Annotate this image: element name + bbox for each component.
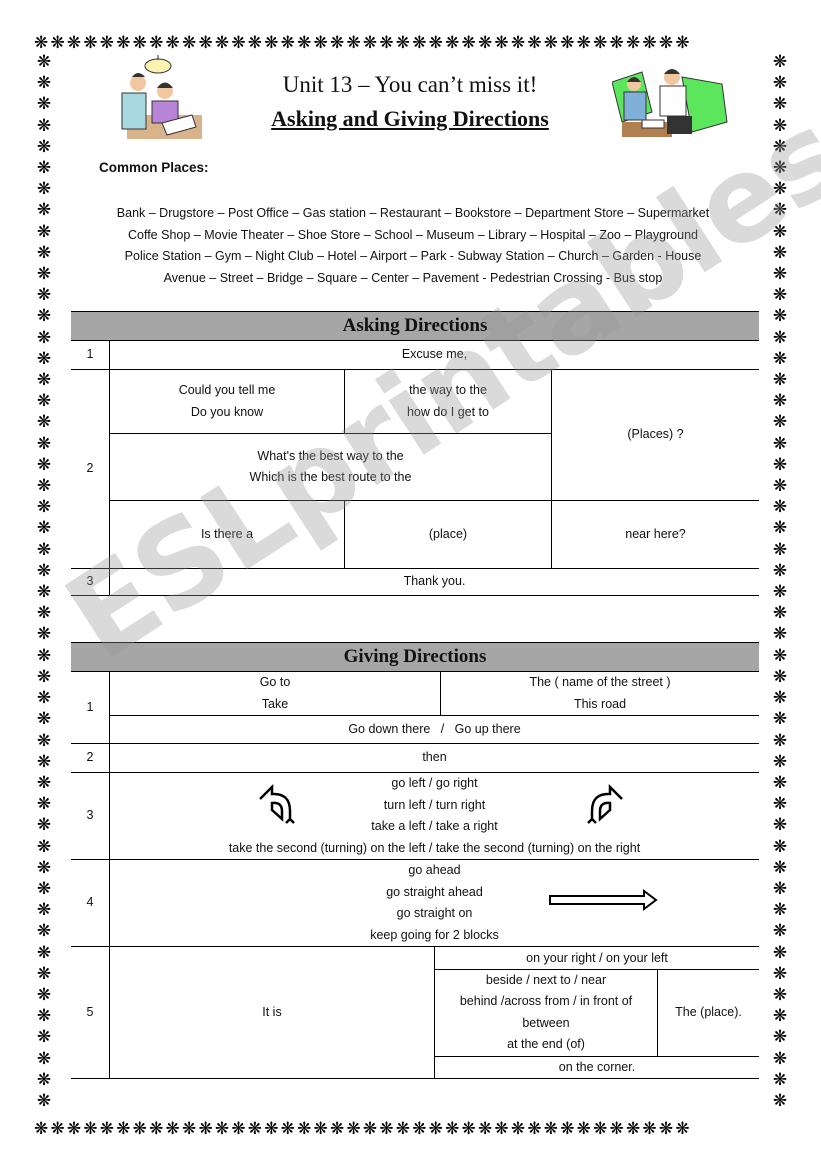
phrase-cell: on the corner. [434,1056,759,1078]
phrase-line: This road [573,696,627,711]
giving-directions-table: Giving Directions 1 Go to Take The ( nam… [71,642,759,947]
table-row: 4 go ahead go straight ahead go straight… [71,859,760,947]
places-line: Police Station – Gym – Night Club – Hote… [124,249,702,263]
phrase-cell: go ahead go straight ahead go straight o… [110,860,760,947]
phrase-cell: on your right / on your left [434,947,759,970]
phrase-line: Take [261,696,289,711]
worksheet-subtitle: Asking and Giving Directions [271,106,549,131]
phrase-cell: the way to the how do I get to [344,369,552,434]
row-number: 3 [71,568,110,596]
phrase-line: the way to the [409,383,487,397]
phrase-line: The ( name of the street ) [529,675,671,689]
phrase-cell: (Places) ? [551,369,759,501]
phrase-cell: Go to Take [110,672,441,716]
row-number: 1 [71,671,110,744]
asking-directions-header: Asking Directions [71,311,759,341]
row-number: 1 [71,340,110,370]
table-row: Go down there / Go up there [71,715,759,744]
phrase-cell: beside / next to / near behind /across f… [434,969,658,1057]
row-number: 4 [71,859,110,947]
phrase-line: keep going for 2 blocks [370,927,499,942]
phrase-line: how do I get to [406,404,489,419]
phrase-line: between [522,1015,570,1030]
phrase-cell: The (place). [657,969,759,1057]
phrase-line: beside / next to / near [485,972,607,987]
phrase-line: take the second (turning) on the left / … [228,840,641,855]
table-row: 1 Go to Take The ( name of the street ) … [71,671,759,744]
phrase-line: turn left / turn right [383,797,486,812]
common-places-list: Bank – Drugstore – Post Office – Gas sta… [75,203,751,289]
places-line: Coffe Shop – Movie Theater – Shoe Store … [127,227,698,242]
row-number: 2 [71,743,110,773]
places-line: Avenue – Street – Bridge – Square – Cent… [163,270,663,285]
table-row: 3 Thank you. [71,568,759,596]
phrase-line: go ahead [408,863,461,877]
phrase-line: Could you tell me [178,383,276,397]
phrase-cell: It is [262,1004,282,1019]
students-studying-clipart [121,55,202,139]
row-number: 3 [71,772,110,860]
tutor-and-student-clipart [612,69,728,137]
common-places-label: Common Places: [99,160,209,175]
phrase-line: Do you know [190,404,264,419]
phrase-cell: then [422,750,447,765]
turn-right-arrow-icon [587,783,623,824]
table-row: 3 go left / go right turn left / turn ri… [71,772,760,860]
phrase-line: go left / go right [391,776,478,790]
phrase-cell: Could you tell me Do you know [109,369,345,434]
table-row: 5 It is on your right / on your left [71,947,759,1078]
phrase-cell: The ( name of the street ) This road [440,671,759,716]
phrase-cell: What's the best way to the Which is the … [109,433,552,501]
turn-left-arrow-icon [259,783,295,824]
giving-directions-header: Giving Directions [71,642,759,672]
table-row: 2 Could you tell me Do you know the way … [71,369,759,569]
phrase-cell: go left / go right turn left / turn righ… [110,773,760,860]
asking-directions-table: Asking Directions 1 Excuse me, 2 Could y… [71,311,759,596]
phrase-line: behind /across from / in front of [459,994,633,1008]
straight-arrow-icon [549,889,658,911]
phrase-cell: near here? [551,500,759,569]
phrase-line: at the end (of) [507,1037,585,1051]
giving-directions-row5: 5 It is on your right / on your left bes… [71,947,759,1079]
phrase-line: Go to [259,675,291,689]
row-number: 5 [71,947,110,1078]
phrase-line: take a left / take a right [371,819,498,833]
phrase-cell: (place) [344,500,552,569]
star-border-bottom: ❋❋❋❋❋❋❋❋❋❋❋❋❋❋❋❋❋❋❋❋❋❋❋❋❋❋❋❋❋❋❋❋❋❋❋❋❋❋❋❋ [34,1119,692,1139]
phrase-cell: Go down there / Go up there [348,721,521,736]
worksheet-title: Unit 13 – You can’t miss it! [282,72,538,97]
places-line: Bank – Drugstore – Post Office – Gas sta… [116,206,710,220]
phrase-cell: Excuse me, [401,347,468,362]
phrase-cell: Is there a [200,526,254,541]
table-row: 1 Excuse me, [71,340,759,370]
table-row: 2 then [71,743,759,773]
star-border-top: ❋❋❋❋❋❋❋❋❋❋❋❋❋❋❋❋❋❋❋❋❋❋❋❋❋❋❋❋❋❋❋❋❋❋❋❋❋❋❋❋ [34,33,692,53]
phrase-line: Which is the best route to the [249,470,412,484]
star-border-right: ❋ ❋ ❋ ❋ ❋ ❋ ❋ ❋ ❋ ❋ ❋ ❋ ❋ ❋ ❋ ❋ ❋ ❋ ❋ ❋ ❋ ❋ ❋ ❋ ❋ ❋ ❋ ❋ ❋ ❋ ❋ ❋ ❋ ❋ ❋ ❋ ❋ ❋ ❋ ❋… [772,52,788,1111]
table-row: Is there a (place) near here? [71,500,759,569]
phrase-line: What's the best way to the [257,448,404,463]
phrase-cell: Thank you. [403,574,466,589]
star-border-left: ❋ ❋ ❋ ❋ ❋ ❋ ❋ ❋ ❋ ❋ ❋ ❋ ❋ ❋ ❋ ❋ ❋ ❋ ❋ ❋ ❋ ❋ ❋ ❋ ❋ ❋ ❋ ❋ ❋ ❋ ❋ ❋ ❋ ❋ ❋ ❋ ❋ ❋ ❋ ❋… [36,52,52,1111]
row-number: 2 [71,369,110,569]
